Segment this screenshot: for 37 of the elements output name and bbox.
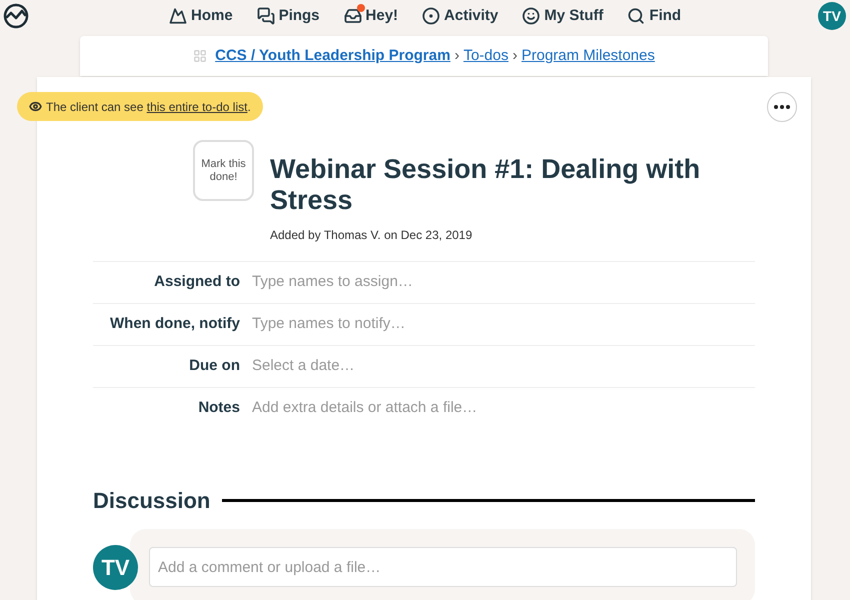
field-label: When done, notify [109,314,240,334]
grid-icon [193,49,208,63]
search-icon [627,7,646,25]
todo-title: Webinar Session #1: Dealing with Stress [270,154,702,216]
inbox-icon [344,7,362,25]
field-input[interactable]: Type names to notify… [252,313,755,336]
field-input[interactable]: Select a date… [252,355,755,378]
breadcrumb-link[interactable]: CCS / Youth Leadership Program [215,44,450,68]
nav-link[interactable]: My Stuff [522,4,604,28]
chat-bubbles-icon [256,7,275,25]
breadcrumb-link[interactable]: Program Milestones [521,44,655,68]
comment-field[interactable]: Add a comment or upload a file… [149,547,737,587]
nav-link[interactable]: Pings [256,4,320,28]
field-label: Assigned to [153,272,240,292]
mountain-icon [169,7,187,25]
nav-link[interactable]: Activity [422,4,498,28]
visibility-link[interactable]: this entire to-do list [146,100,248,114]
user-avatar: TV [93,544,138,590]
field-label: Due on [188,356,240,376]
field-label: Notes [197,398,240,418]
visibility-text: The client can see this entire to-do list. [46,98,251,116]
nav-link[interactable]: Find [627,4,682,28]
nav-link[interactable]: Home [169,4,233,28]
added-by-text: Added by Thomas V. on Dec 23, 2019 [270,227,474,244]
field-input[interactable]: Add extra details or attach a file… [252,397,755,420]
field-input[interactable]: Type names to assign… [252,271,755,294]
breadcrumb-separator: › [512,46,518,66]
user-avatar[interactable]: TV [818,2,846,30]
more-icon [774,105,790,109]
breadcrumb-link[interactable]: To-dos [463,44,508,68]
logo-icon[interactable] [2,2,30,30]
nav-link[interactable]: Hey! [344,4,398,28]
discussion-heading: Discussion [93,487,210,515]
breadcrumb-separator: › [454,46,460,66]
eye-icon [29,100,42,113]
smiley-icon [522,7,540,25]
mark-done-button[interactable]: Mark this done! [193,140,254,201]
